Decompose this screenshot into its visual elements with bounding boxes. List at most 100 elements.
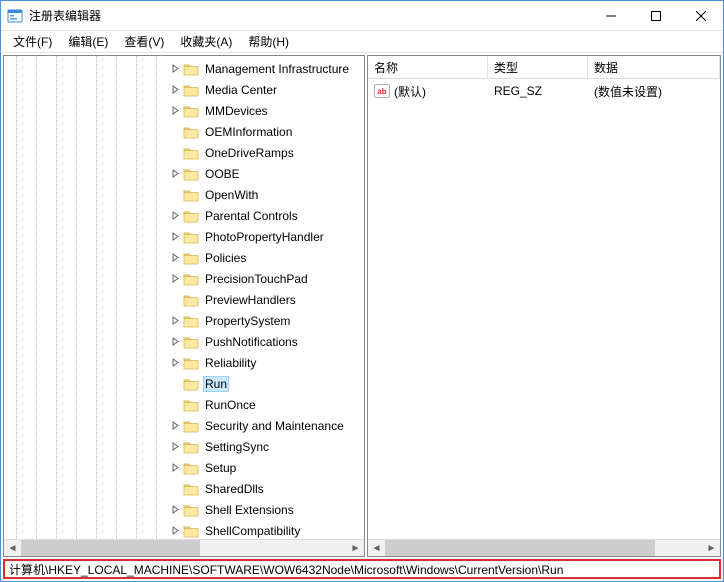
tree-item[interactable]: Shell Extensions	[4, 499, 364, 520]
tree-item[interactable]: Reliability	[4, 352, 364, 373]
tree-item[interactable]: Run	[4, 373, 364, 394]
value-name: (默认)	[394, 83, 426, 100]
expand-icon[interactable]	[169, 525, 181, 537]
tree-item[interactable]: OEMInformation	[4, 121, 364, 142]
tree-item[interactable]: SharedDlls	[4, 478, 364, 499]
scroll-left-icon[interactable]: ◄	[368, 540, 385, 556]
tree-item[interactable]: PhotoPropertyHandler	[4, 226, 364, 247]
folder-icon	[183, 482, 199, 496]
folder-icon	[183, 335, 199, 349]
tree-item[interactable]: Setup	[4, 457, 364, 478]
minimize-button[interactable]	[588, 1, 633, 30]
expand-icon[interactable]	[169, 336, 181, 348]
cell-type: REG_SZ	[488, 84, 588, 98]
maximize-button[interactable]	[633, 1, 678, 30]
expand-icon[interactable]	[169, 357, 181, 369]
window-controls	[588, 1, 723, 30]
expand-placeholder	[169, 294, 181, 306]
tree-item[interactable]: RunOnce	[4, 394, 364, 415]
folder-icon	[183, 356, 199, 370]
tree-item-label: SharedDlls	[203, 481, 266, 497]
tree-item-label: Media Center	[203, 82, 279, 98]
scroll-right-icon[interactable]: ►	[703, 540, 720, 556]
tree-item[interactable]: ShellCompatibility	[4, 520, 364, 539]
list-row[interactable]: ab(默认)REG_SZ(数值未设置)	[368, 81, 720, 101]
tree-item[interactable]: PreviewHandlers	[4, 289, 364, 310]
tree-item-label: OpenWith	[203, 187, 260, 203]
tree-pane: Management Infrastructure Media Center MMD…	[3, 55, 365, 557]
tree-item-label: PushNotifications	[203, 334, 300, 350]
list-header: 名称 类型 数据	[368, 56, 720, 79]
expand-placeholder	[169, 399, 181, 411]
folder-icon	[183, 398, 199, 412]
col-type[interactable]: 类型	[488, 56, 588, 78]
folder-icon	[183, 272, 199, 286]
tree-item[interactable]: OneDriveRamps	[4, 142, 364, 163]
tree-item[interactable]: PropertySystem	[4, 310, 364, 331]
list-body[interactable]: ab(默认)REG_SZ(数值未设置)	[368, 79, 720, 539]
col-data[interactable]: 数据	[588, 56, 720, 78]
tree-item-label: PrecisionTouchPad	[203, 271, 310, 287]
expand-icon[interactable]	[169, 63, 181, 75]
col-name[interactable]: 名称	[368, 56, 488, 78]
expand-placeholder	[169, 378, 181, 390]
expand-icon[interactable]	[169, 231, 181, 243]
scroll-track[interactable]	[385, 540, 703, 556]
menu-edit[interactable]: 编辑(E)	[60, 31, 116, 52]
tree-item[interactable]: PushNotifications	[4, 331, 364, 352]
tree-item-label: OEMInformation	[203, 124, 294, 140]
tree-item[interactable]: Management Infrastructure	[4, 58, 364, 79]
tree-item-label: Management Infrastructure	[203, 61, 351, 77]
expand-icon[interactable]	[169, 168, 181, 180]
expand-placeholder	[169, 483, 181, 495]
menu-view[interactable]: 查看(V)	[116, 31, 172, 52]
tree-item-label: ShellCompatibility	[203, 523, 302, 539]
tree-item[interactable]: PrecisionTouchPad	[4, 268, 364, 289]
menu-help[interactable]: 帮助(H)	[240, 31, 297, 52]
scroll-left-icon[interactable]: ◄	[4, 540, 21, 556]
expand-icon[interactable]	[169, 441, 181, 453]
expand-icon[interactable]	[169, 84, 181, 96]
tree-item-label: Shell Extensions	[203, 502, 296, 518]
tree-item-label: RunOnce	[203, 397, 258, 413]
list-pane: 名称 类型 数据 ab(默认)REG_SZ(数值未设置) ◄ ►	[367, 55, 721, 557]
scroll-track[interactable]	[21, 540, 347, 556]
expand-icon[interactable]	[169, 273, 181, 285]
tree-item-label: Setup	[203, 460, 238, 476]
scroll-right-icon[interactable]: ►	[347, 540, 364, 556]
expand-icon[interactable]	[169, 462, 181, 474]
tree-item[interactable]: SettingSync	[4, 436, 364, 457]
tree-item[interactable]: Policies	[4, 247, 364, 268]
expand-placeholder	[169, 126, 181, 138]
expand-placeholder	[169, 147, 181, 159]
close-button[interactable]	[678, 1, 723, 30]
expand-icon[interactable]	[169, 420, 181, 432]
cell-name: ab(默认)	[368, 83, 488, 100]
folder-icon	[183, 146, 199, 160]
folder-icon	[183, 230, 199, 244]
expand-icon[interactable]	[169, 252, 181, 264]
tree-item[interactable]: MMDevices	[4, 100, 364, 121]
folder-icon	[183, 125, 199, 139]
content-area: Management Infrastructure Media Center MMD…	[1, 53, 723, 559]
expand-icon[interactable]	[169, 210, 181, 222]
tree-scrollbar-h[interactable]: ◄ ►	[4, 539, 364, 556]
menu-favorites[interactable]: 收藏夹(A)	[172, 31, 240, 52]
status-path: 计算机\HKEY_LOCAL_MACHINE\SOFTWARE\WOW6432N…	[9, 561, 563, 578]
titlebar[interactable]: 注册表编辑器	[1, 1, 723, 31]
tree-item-label: Policies	[203, 250, 248, 266]
tree-view[interactable]: Management Infrastructure Media Center MMD…	[4, 56, 364, 539]
tree-item[interactable]: Security and Maintenance	[4, 415, 364, 436]
tree-item[interactable]: OOBE	[4, 163, 364, 184]
expand-icon[interactable]	[169, 504, 181, 516]
folder-icon	[183, 419, 199, 433]
tree-item[interactable]: Media Center	[4, 79, 364, 100]
menu-file[interactable]: 文件(F)	[5, 31, 60, 52]
tree-item[interactable]: OpenWith	[4, 184, 364, 205]
expand-icon[interactable]	[169, 105, 181, 117]
list-scrollbar-h[interactable]: ◄ ►	[368, 539, 720, 556]
expand-placeholder	[169, 189, 181, 201]
expand-icon[interactable]	[169, 315, 181, 327]
tree-item-label: OOBE	[203, 166, 242, 182]
tree-item[interactable]: Parental Controls	[4, 205, 364, 226]
